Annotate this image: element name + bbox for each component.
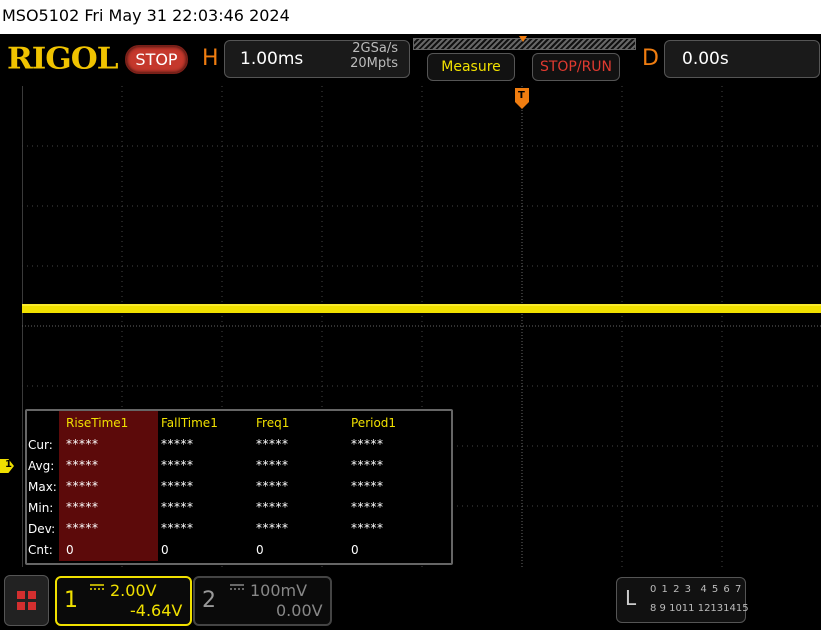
window-title: MSO5102 Fri May 31 22:03:46 2024	[2, 6, 290, 25]
menu-grid-icon	[17, 591, 36, 610]
horizontal-label: H	[202, 46, 219, 71]
stat-value: *****	[351, 479, 384, 493]
stat-value: *****	[66, 437, 99, 451]
main-menu-button[interactable]	[4, 575, 49, 626]
measurement-header[interactable]: Freq1	[256, 416, 289, 430]
digital-channels-row-1: 0 1 2 3 4 5 6 7	[650, 584, 743, 595]
stat-row-label: Cnt:	[28, 543, 53, 557]
timebase-value: 1.00ms	[240, 49, 304, 69]
delay-value: 0.00s	[682, 49, 729, 69]
measurement-header[interactable]: Period1	[351, 416, 396, 430]
stat-value: *****	[66, 500, 99, 514]
memory-depth: 20Mpts	[350, 56, 398, 71]
trigger-marker-label: T	[518, 90, 525, 101]
stat-value: *****	[161, 521, 194, 535]
measure-button[interactable]: Measure	[427, 53, 515, 81]
measurement-header[interactable]: RiseTime1	[66, 416, 128, 430]
acquisition-info: 2GSa/s 20Mpts	[342, 41, 398, 71]
stat-row-label: Max:	[28, 480, 57, 494]
stat-value: *****	[66, 458, 99, 472]
stat-row-label: Cur:	[28, 438, 53, 452]
channel-2-offset: 0.00V	[276, 601, 323, 620]
sample-rate: 2GSa/s	[352, 41, 398, 56]
stat-value: 0	[256, 543, 265, 557]
stat-value: 0	[161, 543, 170, 557]
stat-value: *****	[256, 521, 289, 535]
delay-label: D	[642, 46, 659, 71]
stat-row-label: Min:	[28, 501, 54, 515]
stat-value: *****	[351, 458, 384, 472]
channel-2-scale: 100mV	[250, 581, 308, 600]
stat-value: 0	[66, 543, 75, 557]
stat-value: *****	[161, 500, 194, 514]
channel-1-offset: -4.64V	[130, 601, 183, 620]
logic-analyzer-label: L	[625, 586, 637, 610]
dc-coupling-icon	[230, 584, 244, 590]
stat-value: *****	[66, 479, 99, 493]
stat-value: *****	[161, 479, 194, 493]
stat-value: *****	[256, 437, 289, 451]
channel-1-number: 1	[64, 588, 78, 613]
stat-value: *****	[351, 521, 384, 535]
stat-value: *****	[66, 521, 99, 535]
digital-channels-row-2: 8 9 1011 12131415	[650, 603, 749, 614]
stat-value: *****	[161, 458, 194, 472]
channel-1-marker-label: 1	[5, 459, 12, 470]
channel-2-number: 2	[202, 588, 216, 613]
stat-value: 0	[351, 543, 360, 557]
stat-value: *****	[161, 437, 194, 451]
channel-1-scale: 2.00V	[110, 581, 157, 600]
run-state-button[interactable]: STOP	[125, 45, 188, 74]
stat-row-label: Avg:	[28, 459, 55, 473]
brand-logo: RIGOL	[7, 41, 119, 77]
stat-value: *****	[351, 437, 384, 451]
stat-value: *****	[256, 500, 289, 514]
stop-run-button[interactable]: STOP/RUN	[532, 53, 620, 81]
stat-value: *****	[256, 479, 289, 493]
stat-value: *****	[256, 458, 289, 472]
measurement-header[interactable]: FallTime1	[161, 416, 218, 430]
dc-coupling-icon	[90, 584, 104, 590]
trigger-position-marker	[519, 36, 527, 42]
stat-value: *****	[351, 500, 384, 514]
stat-row-label: Dev:	[28, 522, 56, 536]
